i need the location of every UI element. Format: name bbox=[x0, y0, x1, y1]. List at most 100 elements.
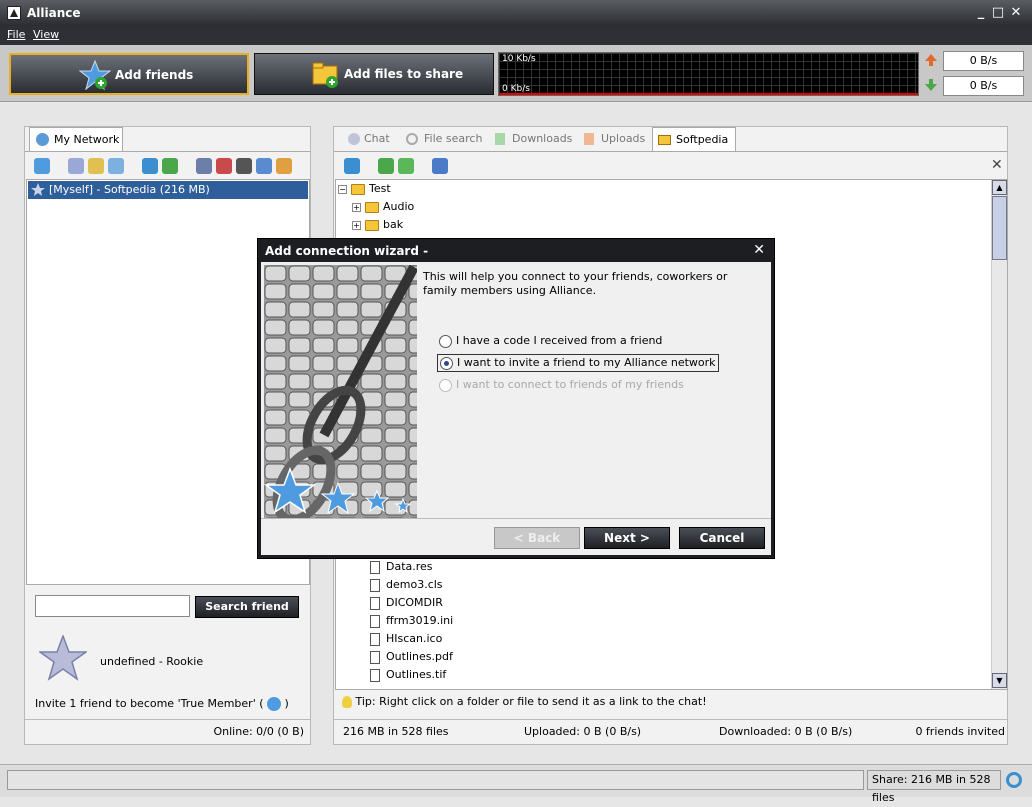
downloaded-total: Downloaded: 0 B (0 B/s) bbox=[719, 725, 853, 738]
back-button[interactable]: < Back bbox=[494, 527, 580, 549]
favorite-icon[interactable] bbox=[216, 158, 232, 174]
tab-file-search-label: File search bbox=[424, 132, 483, 145]
refresh-icon[interactable] bbox=[1006, 772, 1022, 788]
vertical-scrollbar[interactable]: ▲ ▼ bbox=[991, 180, 1007, 689]
add-files-button[interactable]: Add files to share bbox=[254, 53, 494, 95]
scroll-down-icon[interactable]: ▼ bbox=[992, 673, 1007, 688]
folder-icon bbox=[658, 135, 671, 145]
network-icon[interactable] bbox=[196, 158, 212, 174]
star-badge-icon bbox=[267, 697, 282, 711]
folder-plus-icon bbox=[312, 62, 338, 88]
option-have-code[interactable]: I have a code I received from a friend bbox=[439, 334, 662, 348]
scroll-up-icon[interactable]: ▲ bbox=[992, 180, 1007, 195]
tree-file-label: Outlines.tif bbox=[386, 668, 447, 681]
download-icon bbox=[495, 133, 505, 145]
upload-rate: 0 B/s bbox=[943, 51, 1024, 71]
network-toolbar bbox=[25, 151, 310, 179]
search-icon bbox=[406, 133, 418, 145]
collapse-icon[interactable]: − bbox=[338, 184, 347, 194]
status-bar: Share: 216 MB in 528 files bbox=[0, 764, 1032, 804]
chat-icon[interactable] bbox=[68, 158, 84, 174]
search-input[interactable] bbox=[35, 595, 190, 617]
radio-have-code[interactable] bbox=[439, 334, 452, 348]
tab-downloads[interactable]: Downloads bbox=[492, 127, 574, 151]
close-tab-icon[interactable]: ✕ bbox=[991, 157, 1003, 173]
tree-file[interactable]: HIscan.ico bbox=[370, 630, 442, 648]
status-icon[interactable] bbox=[162, 158, 178, 174]
tab-my-network-label: My Network bbox=[54, 133, 120, 146]
tree-file[interactable]: Outlines.tif bbox=[370, 666, 446, 684]
tree-file[interactable]: DICOMDIR bbox=[370, 594, 443, 612]
tab-uploads[interactable]: Uploads bbox=[581, 127, 649, 151]
refresh-icon[interactable] bbox=[142, 158, 158, 174]
tab-my-network[interactable]: My Network bbox=[29, 127, 123, 151]
download-icon[interactable] bbox=[398, 158, 414, 174]
dialog-close-icon[interactable]: ✕ bbox=[753, 242, 765, 258]
tree-folder-label: bak bbox=[383, 218, 404, 231]
app-logo-icon bbox=[7, 6, 21, 20]
tree-file-label: HIscan.ico bbox=[386, 632, 443, 645]
expand-icon[interactable]: + bbox=[352, 220, 361, 230]
upload-arrow-icon bbox=[925, 54, 937, 66]
search-friend-button[interactable]: Search friend bbox=[195, 596, 299, 618]
add-friends-button[interactable]: Add friends bbox=[9, 53, 249, 95]
menu-bar: File View bbox=[0, 26, 1032, 45]
rank-icon[interactable] bbox=[256, 158, 272, 174]
tab-softpedia[interactable]: Softpedia bbox=[652, 127, 736, 151]
radio-invite-friend[interactable] bbox=[440, 356, 453, 370]
menu-file[interactable]: File bbox=[7, 28, 25, 41]
next-button[interactable]: Next > bbox=[584, 527, 670, 549]
edit-icon[interactable] bbox=[108, 158, 124, 174]
share-add-icon[interactable] bbox=[378, 158, 394, 174]
chain-image bbox=[264, 265, 417, 518]
close-button[interactable]: ✕ bbox=[1008, 5, 1024, 21]
add-connection-dialog: Add connection wizard - ✕ This will help… bbox=[257, 238, 775, 559]
tree-file[interactable]: Outlines.pdf bbox=[370, 648, 453, 666]
share-status: Share: 216 MB in 528 files bbox=[867, 770, 1001, 804]
file-icon bbox=[370, 668, 380, 682]
add-files-label: Add files to share bbox=[344, 67, 464, 81]
users-icon[interactable] bbox=[276, 158, 292, 174]
open-file-icon[interactable] bbox=[432, 158, 448, 174]
tree-file-label: Data.res bbox=[386, 560, 433, 573]
tree-folder-label: Test bbox=[369, 182, 391, 195]
file-icon bbox=[370, 614, 380, 628]
invite-text-suffix: ) bbox=[284, 697, 289, 710]
graph-top-label: 10 Kb/s bbox=[502, 54, 536, 64]
refresh-icon[interactable] bbox=[344, 158, 360, 174]
option-invite-friend[interactable]: I want to invite a friend to my Alliance… bbox=[437, 354, 719, 372]
radio-friends-of-friends bbox=[439, 378, 452, 392]
tab-chat[interactable]: Chat bbox=[344, 127, 400, 151]
tree-file[interactable]: demo3.cls bbox=[370, 576, 443, 594]
tab-file-search[interactable]: File search bbox=[404, 127, 486, 151]
tree-file[interactable]: Data.res bbox=[370, 558, 433, 576]
minimize-button[interactable]: _ bbox=[973, 5, 989, 21]
rank-star-icon bbox=[39, 635, 87, 681]
window-title: Alliance bbox=[27, 6, 81, 20]
list-item[interactable]: [Myself] - Softpedia (216 MB) bbox=[28, 181, 308, 199]
tip-text: Tip: Right click on a folder or file to … bbox=[355, 695, 707, 708]
tree-folder[interactable]: + Audio bbox=[352, 198, 414, 216]
tree-folder[interactable]: − Test bbox=[338, 180, 391, 198]
expand-icon[interactable]: + bbox=[352, 202, 361, 212]
tree-folder[interactable]: + bak bbox=[352, 216, 403, 234]
add-friends-label: Add friends bbox=[115, 68, 194, 82]
google-icon[interactable] bbox=[236, 158, 252, 174]
add-friend-icon[interactable] bbox=[34, 158, 50, 174]
menu-view[interactable]: View bbox=[33, 28, 59, 41]
tab-downloads-label: Downloads bbox=[512, 132, 573, 145]
tab-softpedia-label: Softpedia bbox=[676, 133, 729, 146]
file-icon bbox=[370, 560, 380, 574]
file-icon bbox=[370, 578, 380, 592]
scroll-thumb[interactable] bbox=[992, 196, 1007, 260]
myself-label: [Myself] - Softpedia (216 MB) bbox=[49, 183, 210, 196]
cancel-button[interactable]: Cancel bbox=[679, 527, 765, 549]
file-icon bbox=[370, 650, 380, 664]
maximize-button[interactable]: □ bbox=[990, 5, 1006, 21]
tree-file-label: demo3.cls bbox=[386, 578, 443, 591]
friends-invited: 0 friends invited bbox=[915, 725, 1005, 738]
share-icon[interactable] bbox=[88, 158, 104, 174]
files-toolbar: ✕ bbox=[334, 151, 1007, 179]
tree-file[interactable]: ffrm3019.ini bbox=[370, 612, 453, 630]
user-status: undefined - Rookie bbox=[100, 655, 204, 668]
